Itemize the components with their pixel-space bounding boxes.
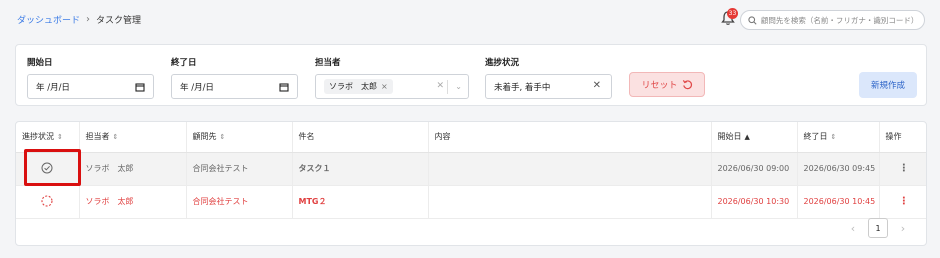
- page-number-current[interactable]: 1: [868, 218, 888, 238]
- create-button[interactable]: 新規作成: [859, 72, 917, 98]
- col-header-assignee[interactable]: 担当者 ⇕: [79, 122, 187, 153]
- assignee-label: 担当者: [315, 58, 341, 68]
- assignee-filter: 担当者 ソラボ 太郎 × ✕ ⌄: [315, 56, 469, 99]
- sort-icon: ⇕: [219, 133, 226, 142]
- end-date-value: 年 /月/日: [180, 82, 214, 93]
- end-cell: 2026/06/30 09:45: [797, 152, 880, 186]
- task-table-card: 進捗状況 ⇕ 担当者 ⇕ 顧問先 ⇕ 件名 内容 開始日 ▲ 終了日 ⇕ 操作 ソラボ 太…: [15, 121, 927, 246]
- more-options-icon[interactable]: ⋮: [879, 185, 926, 219]
- assignee-cell: ソラボ 太郎: [79, 185, 187, 219]
- select-divider: [447, 80, 448, 94]
- assignee-cell: ソラボ 太郎: [79, 152, 187, 186]
- sort-asc-icon: ▲: [744, 133, 750, 142]
- calendar-icon[interactable]: [135, 82, 145, 92]
- pagination: ‹ 1 ›: [842, 218, 914, 238]
- search-input[interactable]: [760, 15, 924, 25]
- col-header-end[interactable]: 終了日 ⇕: [797, 122, 880, 153]
- assignee-select[interactable]: ソラボ 太郎 × ✕ ⌄: [315, 74, 469, 99]
- client-cell: 合同会社テスト: [186, 152, 293, 186]
- table-header-row: 進捗状況 ⇕ 担当者 ⇕ 顧問先 ⇕ 件名 内容 開始日 ▲ 終了日 ⇕ 操作: [16, 122, 926, 153]
- dashed-circle-icon[interactable]: [41, 194, 53, 207]
- next-page-icon[interactable]: ›: [892, 222, 914, 235]
- col-header-name[interactable]: 件名: [292, 122, 429, 153]
- start-date-input[interactable]: 年 /月/日: [27, 74, 154, 99]
- status-label: 進捗状況: [485, 58, 520, 68]
- reset-label: リセット: [641, 81, 678, 91]
- start-date-filter: 開始日 年 /月/日: [27, 56, 154, 99]
- reset-icon: [682, 80, 692, 90]
- content-cell: [428, 185, 712, 219]
- col-header-start[interactable]: 開始日 ▲: [711, 122, 798, 153]
- clear-icon[interactable]: ✕: [593, 80, 601, 91]
- name-cell[interactable]: MTG２: [292, 185, 429, 219]
- end-date-label: 終了日: [171, 58, 197, 68]
- more-options-icon[interactable]: ⋮: [879, 152, 926, 186]
- status-filter: 進捗状況 未着手, 着手中 ✕: [485, 56, 612, 99]
- status-highlight-box: [24, 149, 81, 186]
- col-header-client[interactable]: 顧問先 ⇕: [186, 122, 293, 153]
- breadcrumb-dashboard-link[interactable]: ダッシュボード: [17, 13, 80, 26]
- end-date-input[interactable]: 年 /月/日: [171, 74, 298, 99]
- col-header-action: 操作: [879, 122, 926, 153]
- end-date-filter: 終了日 年 /月/日: [171, 56, 298, 99]
- calendar-icon[interactable]: [279, 82, 289, 92]
- sort-icon: ⇕: [830, 133, 837, 142]
- sort-icon: ⇕: [112, 133, 119, 142]
- start-cell: 2026/06/30 10:30: [711, 185, 798, 219]
- col-header-content[interactable]: 内容: [428, 122, 712, 153]
- status-value: 未着手, 着手中: [494, 82, 551, 93]
- breadcrumb-current: タスク管理: [96, 16, 142, 26]
- filter-panel: 開始日 年 /月/日 終了日 年 /月/日 担当者 ソラボ 太郎 × ✕ ⌄ 進…: [15, 44, 927, 106]
- prev-page-icon[interactable]: ‹: [842, 222, 864, 235]
- col-header-status[interactable]: 進捗状況 ⇕: [16, 122, 80, 153]
- breadcrumb: ダッシュボード › タスク管理: [17, 13, 141, 26]
- client-cell: 合同会社テスト: [186, 185, 293, 219]
- breadcrumb-separator: ›: [86, 14, 91, 25]
- reset-button[interactable]: リセット: [629, 72, 705, 97]
- search-icon: [748, 15, 757, 25]
- chip-remove-icon[interactable]: ×: [381, 82, 388, 91]
- status-cell[interactable]: [16, 185, 80, 219]
- status-select[interactable]: 未着手, 着手中 ✕: [485, 74, 612, 99]
- name-cell[interactable]: タスク１: [292, 152, 429, 186]
- assignee-chip-label: ソラボ 太郎: [329, 82, 377, 91]
- sort-icon: ⇕: [57, 133, 63, 142]
- task-table: 進捗状況 ⇕ 担当者 ⇕ 顧問先 ⇕ 件名 内容 開始日 ▲ 終了日 ⇕ 操作 ソラボ 太…: [16, 122, 926, 219]
- start-date-label: 開始日: [27, 58, 53, 68]
- assignee-chip: ソラボ 太郎 ×: [324, 79, 393, 94]
- top-bar: ダッシュボード › タスク管理 33: [0, 0, 940, 38]
- clear-icon[interactable]: ✕: [436, 81, 444, 91]
- notification-badge: 33: [727, 8, 738, 19]
- end-cell: 2026/06/30 10:45: [797, 185, 880, 219]
- table-row[interactable]: ソラボ 太郎 合同会社テスト タスク１ 2026/06/30 09:00 202…: [16, 152, 926, 186]
- start-date-value: 年 /月/日: [36, 82, 70, 93]
- client-search[interactable]: [740, 10, 925, 30]
- content-cell: [428, 152, 712, 186]
- chevron-down-icon[interactable]: ⌄: [455, 82, 462, 91]
- table-row[interactable]: ソラボ 太郎 合同会社テスト MTG２ 2026/06/30 10:30 202…: [16, 185, 926, 219]
- start-cell: 2026/06/30 09:00: [711, 152, 798, 186]
